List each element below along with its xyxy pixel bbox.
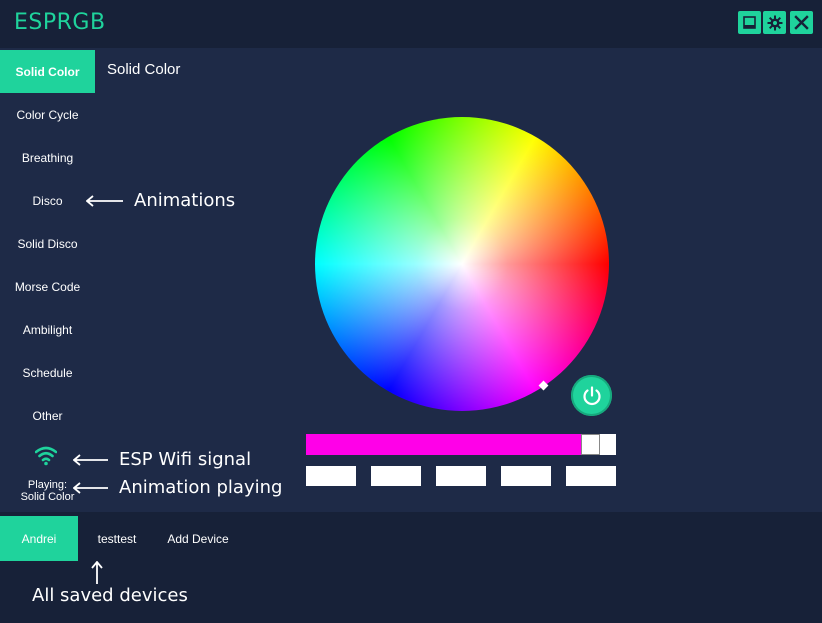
sidebar-item-label: Color Cycle	[16, 107, 79, 122]
arrow-left-icon	[86, 194, 123, 207]
sidebar-item-solid-color[interactable]: Solid Color	[0, 50, 95, 93]
minimize-icon	[743, 16, 756, 29]
sidebar-item-ambilight[interactable]: Ambilight	[0, 308, 95, 351]
preset-color-3[interactable]	[436, 466, 486, 486]
annotation-devices: All saved devices	[32, 561, 188, 606]
sidebar-item-solid-disco[interactable]: Solid Disco	[0, 222, 95, 265]
sidebar-item-label: Solid Color	[15, 64, 80, 79]
sidebar-item-schedule[interactable]: Schedule	[0, 351, 95, 394]
sidebar-item-color-cycle[interactable]: Color Cycle	[0, 93, 95, 136]
preset-color-2[interactable]	[371, 466, 421, 486]
settings-button[interactable]	[763, 11, 786, 34]
close-icon	[794, 15, 809, 30]
add-device-label: Add Device	[167, 531, 229, 546]
power-button[interactable]	[571, 375, 612, 416]
annotation-wifi-text: ESP Wifi signal	[119, 449, 252, 470]
brightness-slider[interactable]	[306, 434, 616, 455]
color-wheel-gradient[interactable]	[315, 117, 609, 411]
annotation-playing-text: Animation playing	[119, 477, 283, 498]
sidebar-item-label: Schedule	[22, 365, 73, 380]
color-wheel[interactable]	[315, 117, 609, 411]
sidebar-item-breathing[interactable]: Breathing	[0, 136, 95, 179]
arrow-left-icon	[73, 481, 108, 494]
preset-color-1[interactable]	[306, 466, 356, 486]
arrow-up-icon	[91, 561, 103, 584]
sidebar-item-label: Morse Code	[14, 279, 81, 294]
brightness-slider-fill	[306, 434, 582, 455]
title-bar	[0, 0, 822, 48]
sidebar-item-label: Solid Disco	[17, 236, 78, 251]
sidebar-item-other[interactable]: Other	[0, 394, 95, 437]
sidebar-item-label: Disco	[32, 193, 63, 208]
device-tab-andrei[interactable]: Andrei	[0, 516, 78, 561]
page-title: Solid Color	[107, 61, 181, 78]
sidebar-item-label: Breathing	[21, 150, 74, 165]
annotation-devices-text: All saved devices	[32, 585, 188, 606]
close-button[interactable]	[790, 11, 813, 34]
device-tab-testtest[interactable]: testtest	[84, 516, 150, 561]
annotation-animations: Animations	[86, 190, 235, 211]
annotation-playing: Animation playing	[73, 477, 282, 498]
minimize-button[interactable]	[738, 11, 761, 34]
app-title: ESPRGB	[14, 10, 106, 35]
power-icon	[582, 385, 601, 405]
annotation-animations-text: Animations	[134, 190, 236, 211]
gear-icon	[767, 15, 782, 30]
device-tab-label: testtest	[97, 531, 137, 546]
device-tab-label: Andrei	[21, 531, 57, 546]
preset-color-4[interactable]	[501, 466, 551, 486]
sidebar-item-label: Other	[32, 408, 63, 423]
sidebar-item-label: Ambilight	[22, 322, 73, 337]
wifi-signal-icon	[35, 446, 57, 466]
arrow-left-icon	[73, 453, 108, 466]
sidebar-item-disco[interactable]: Disco	[0, 179, 95, 222]
sidebar-item-morse-code[interactable]: Morse Code	[0, 265, 95, 308]
add-device-button[interactable]: Add Device	[160, 516, 236, 561]
brightness-slider-handle[interactable]	[581, 434, 600, 455]
preset-color-5[interactable]	[566, 466, 616, 486]
annotation-wifi: ESP Wifi signal	[73, 449, 251, 470]
